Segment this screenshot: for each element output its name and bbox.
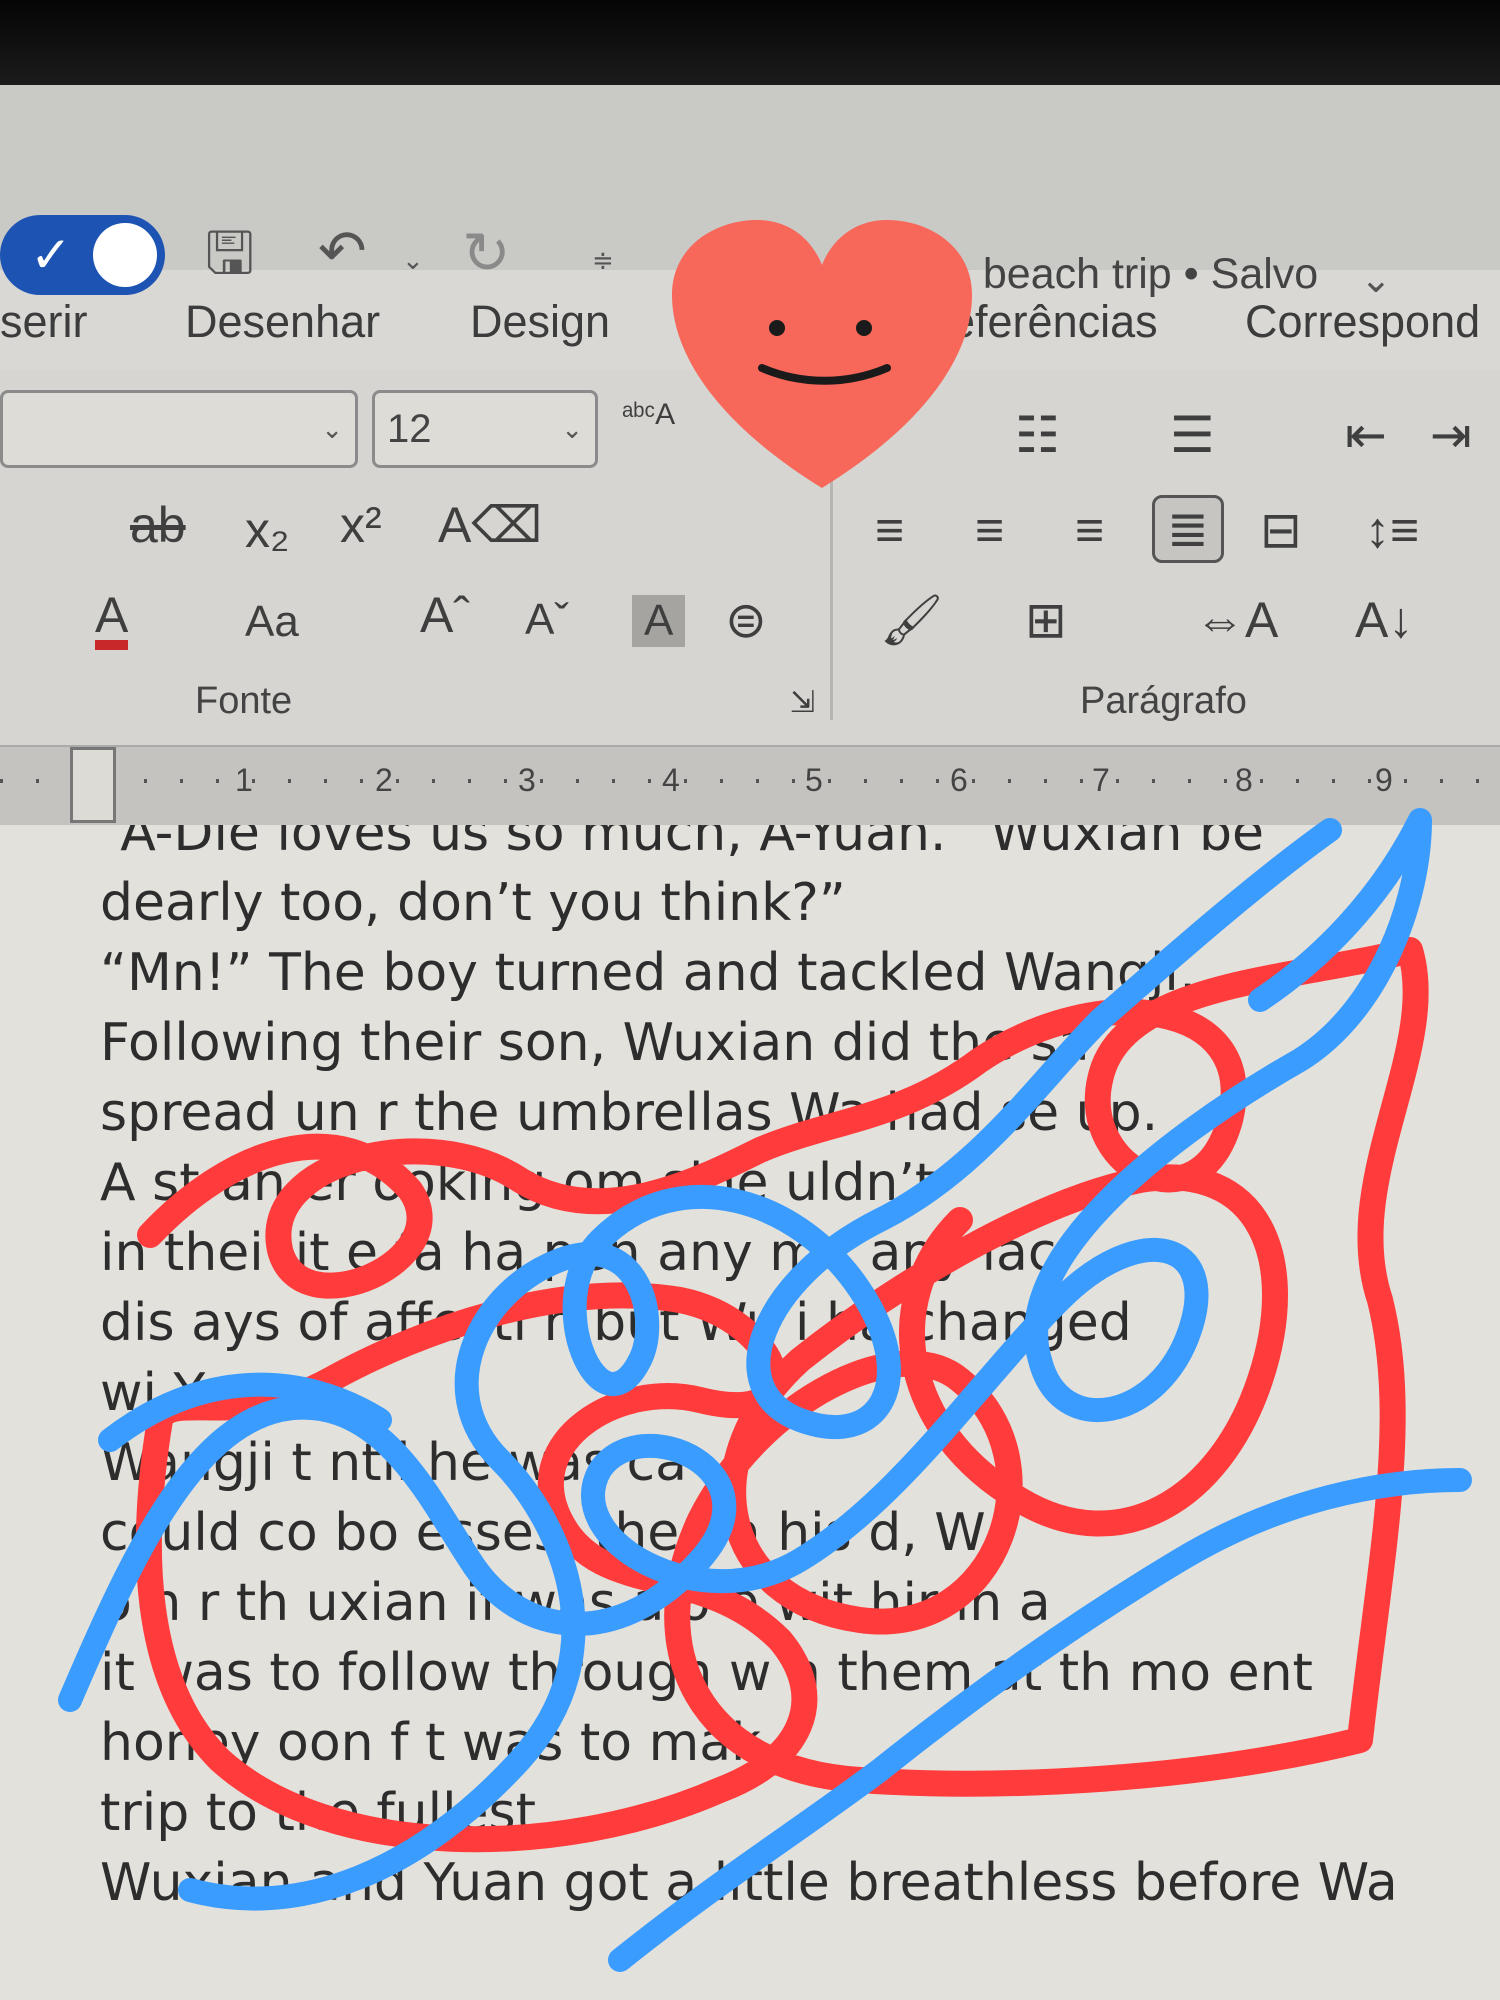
document-line: it was to follow through w h them at th … [100, 1643, 1313, 1703]
undo-icon[interactable]: ↶ [318, 223, 367, 281]
document-line: “Mn!” The boy turned and tackled Wangji, [100, 943, 1196, 1003]
shrink-font-icon[interactable]: Aˇ [525, 598, 569, 642]
enclose-characters-icon[interactable]: ⊜ [725, 595, 767, 645]
ruler-number: 6 [950, 762, 968, 798]
character-shading-icon[interactable]: A [632, 595, 686, 647]
ruler-number: 2 [375, 762, 393, 798]
grow-font-icon[interactable]: Aˆ [420, 590, 470, 640]
save-icon[interactable]: 🖫 [205, 225, 254, 283]
document-line: in thei lit e fa ha pen any m , any lac [100, 1223, 1057, 1283]
ruler-number: 8 [1235, 762, 1253, 798]
customize-toolbar-icon[interactable]: ≑ [592, 245, 614, 276]
distributed-icon[interactable]: ⊟ [1260, 505, 1302, 555]
document-line: trip to the fullest. [100, 1783, 553, 1843]
document-line: Wuxian and Yuan got a little breathless … [100, 1853, 1398, 1913]
document-line: “A-Die loves us so much, A-Yuan.” Wuxian… [100, 825, 1265, 863]
chevron-down-icon: ⌄ [561, 414, 583, 444]
screen-bezel [0, 0, 1500, 85]
ruler-number: 9 [1375, 762, 1393, 798]
eye-icon [769, 320, 785, 336]
character-scaling-icon[interactable]: ⇔A [1195, 595, 1278, 645]
ruler-number: 3 [518, 762, 536, 798]
document-line: honey oon f t was to mak [100, 1713, 762, 1773]
chevron-down-icon: ⌄ [321, 414, 343, 444]
clear-formatting-icon[interactable]: A⌫ [438, 500, 542, 550]
font-size-dropdown[interactable]: 12 ⌄ [372, 390, 598, 468]
tab-desenhar[interactable]: Desenhar [185, 296, 380, 348]
align-center-icon[interactable]: ≡ [975, 505, 1004, 555]
align-left-icon[interactable]: ≡ [875, 505, 904, 555]
paragraph-group-label: Parágrafo [1080, 680, 1247, 722]
heart-icon [672, 220, 972, 488]
horizontal-ruler[interactable]: 1 2 3 4 5 6 7 8 9 [0, 745, 1500, 827]
borders-icon[interactable]: ⊞ [1025, 595, 1067, 645]
document-line: o h r th uxian if was alo e wit hir in a [100, 1573, 1051, 1633]
align-right-icon[interactable]: ≡ [1075, 505, 1104, 555]
toggle-knob [93, 223, 157, 287]
ruler-ticks [0, 779, 1500, 783]
ruler-number: 4 [662, 762, 680, 798]
strikethrough-icon[interactable]: ab [130, 500, 186, 550]
line-spacing-icon[interactable]: ↕≡ [1365, 505, 1419, 555]
document-line: dearly too, don’t you think?” [100, 873, 846, 933]
undo-dropdown-icon[interactable]: ⌄ [402, 245, 424, 276]
tab-inserir[interactable]: serir [0, 296, 88, 348]
font-color-icon[interactable]: A [95, 590, 129, 650]
document-line: Wangji t ntil he was ca [100, 1433, 687, 1493]
ruler-number: 5 [805, 762, 823, 798]
indent-marker[interactable] [70, 747, 116, 823]
document-line: Following their son, Wuxian did the sa [100, 1013, 1090, 1073]
document-line: could co bo esses. the ba his d, W [100, 1503, 986, 1563]
document-line: A stran er ooking om side uldn’t [100, 1153, 936, 1213]
subscript-icon[interactable]: x₂ [245, 505, 289, 555]
document-line: dis ays of affecti n but Wu i ha changed [100, 1293, 1132, 1353]
superscript-icon[interactable]: x² [340, 500, 382, 550]
font-dialog-launcher-icon[interactable]: ⇲ [790, 688, 815, 718]
document-line: spread un r the umbrellas Wa had se up. [100, 1083, 1159, 1143]
multilevel-list-icon[interactable]: ☰ [1170, 410, 1215, 460]
eye-icon [856, 320, 872, 336]
sort-icon[interactable]: A↓ [1355, 595, 1413, 645]
text-effects-icon[interactable]: ᵃᵇᶜA [622, 400, 675, 430]
redo-icon[interactable]: ↻ [462, 225, 511, 283]
tab-correspondencias[interactable]: Correspond [1245, 296, 1480, 348]
font-group-label: Fonte [195, 680, 293, 722]
ruler-number: 7 [1092, 762, 1110, 798]
tab-design[interactable]: Design [470, 296, 610, 348]
font-name-dropdown[interactable]: ⌄ [0, 390, 358, 468]
tab-referencias[interactable]: eferências [950, 296, 1158, 348]
font-size-value: 12 [387, 407, 432, 451]
heart-smiley-sticker [672, 220, 972, 488]
document-line: wi Yuan. [100, 1363, 314, 1423]
decrease-indent-icon[interactable]: ⇤ [1345, 410, 1387, 460]
increase-indent-icon[interactable]: ⇥ [1430, 410, 1472, 460]
ruler-number: 1 [235, 762, 253, 798]
justify-icon[interactable]: ≣ [1152, 495, 1224, 563]
shading-icon[interactable]: 🖌 [880, 595, 943, 645]
numbering-icon[interactable]: ☷ [1015, 410, 1060, 460]
checkmark-icon: ✓ [30, 227, 72, 283]
document-page[interactable]: “A-Die loves us so much, A-Yuan.” Wuxian… [0, 825, 1500, 2000]
change-case-icon[interactable]: Aa [245, 600, 299, 644]
